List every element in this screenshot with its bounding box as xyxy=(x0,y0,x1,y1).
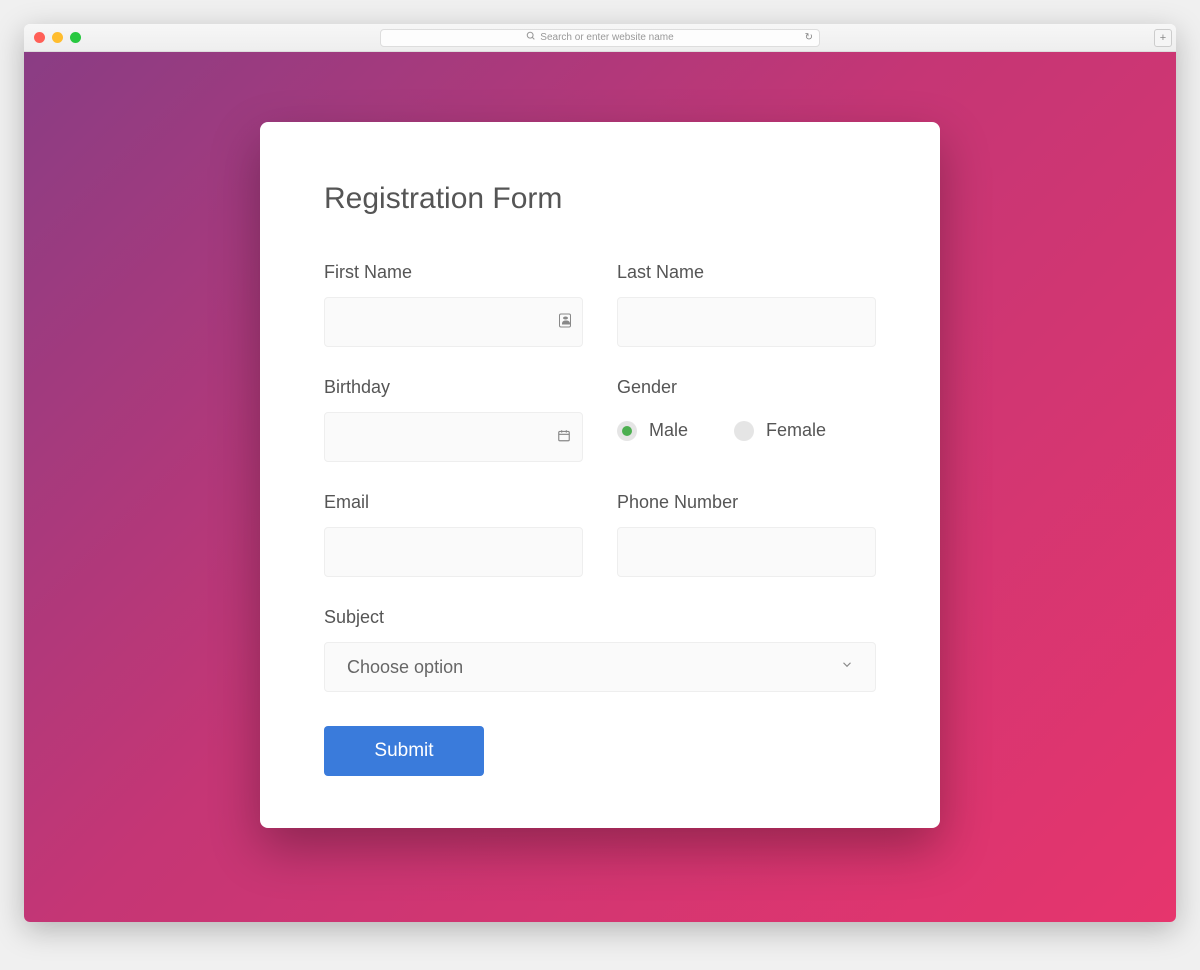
email-label: Email xyxy=(324,492,583,513)
address-placeholder: Search or enter website name xyxy=(540,32,673,43)
birthday-label: Birthday xyxy=(324,377,583,398)
page-viewport: Registration Form First Name Last Name xyxy=(24,52,1176,922)
gender-male-label: Male xyxy=(649,420,688,441)
phone-label: Phone Number xyxy=(617,492,876,513)
phone-input[interactable] xyxy=(617,527,876,577)
radio-indicator-checked xyxy=(617,421,637,441)
browser-toolbar: Search or enter website name ↻ + xyxy=(24,24,1176,52)
reload-icon[interactable]: ↻ xyxy=(805,32,813,43)
birthday-input[interactable] xyxy=(324,412,583,462)
registration-card: Registration Form First Name Last Name xyxy=(260,122,940,828)
submit-button[interactable]: Submit xyxy=(324,726,484,776)
subject-label: Subject xyxy=(324,607,876,628)
minimize-window-button[interactable] xyxy=(52,32,63,43)
close-window-button[interactable] xyxy=(34,32,45,43)
subject-select[interactable]: Choose option xyxy=(324,642,876,692)
new-tab-button[interactable]: + xyxy=(1154,29,1172,47)
radio-indicator-unchecked xyxy=(734,421,754,441)
last-name-label: Last Name xyxy=(617,262,876,283)
maximize-window-button[interactable] xyxy=(70,32,81,43)
browser-window: Search or enter website name ↻ + Registr… xyxy=(24,24,1176,922)
gender-male-radio[interactable]: Male xyxy=(617,420,688,441)
gender-female-radio[interactable]: Female xyxy=(734,420,826,441)
search-icon xyxy=(526,31,536,44)
address-bar[interactable]: Search or enter website name ↻ xyxy=(380,29,820,47)
last-name-input[interactable] xyxy=(617,297,876,347)
window-controls xyxy=(34,32,81,43)
email-input[interactable] xyxy=(324,527,583,577)
gender-female-label: Female xyxy=(766,420,826,441)
form-title: Registration Form xyxy=(324,182,876,216)
subject-selected-option: Choose option xyxy=(347,657,463,678)
first-name-label: First Name xyxy=(324,262,583,283)
gender-label: Gender xyxy=(617,377,876,398)
first-name-input[interactable] xyxy=(324,297,583,347)
